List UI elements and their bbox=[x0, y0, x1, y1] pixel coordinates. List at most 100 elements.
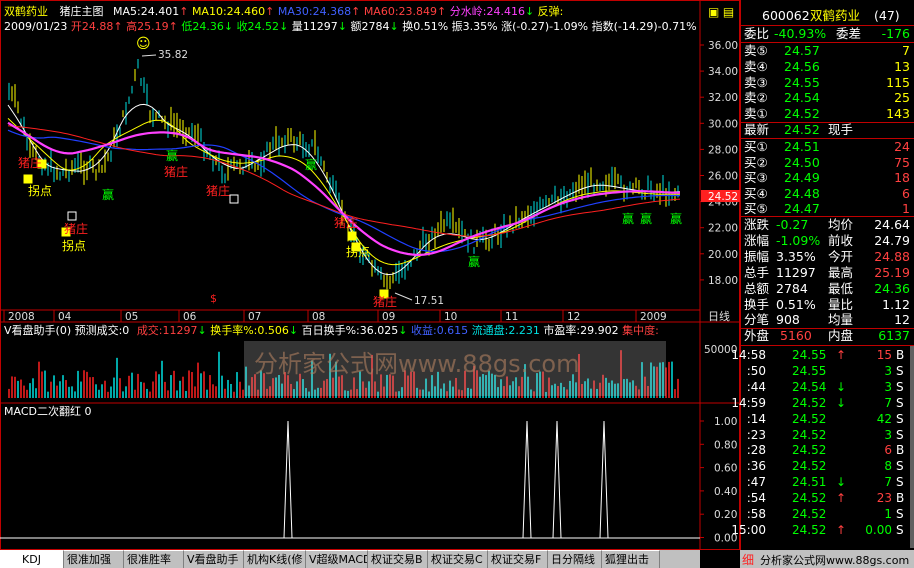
stock-number: (47) bbox=[874, 8, 900, 23]
chart-frame bbox=[0, 0, 740, 550]
tick-price: 24.52 bbox=[792, 395, 827, 410]
ask-volume: 25 bbox=[894, 90, 910, 106]
tool-icon[interactable]: ▤ bbox=[723, 5, 734, 19]
bar-amplitude: 振3.35% bbox=[451, 20, 498, 33]
stat-label: 今开 bbox=[828, 248, 854, 264]
stat-label: 前收 bbox=[828, 232, 854, 248]
waipan-value: 5160 bbox=[780, 328, 812, 343]
stock-name: 双鹤药业 bbox=[4, 5, 48, 18]
bid-price: 24.51 bbox=[784, 139, 820, 154]
tab-v-macd[interactable]: V超级MACD bbox=[306, 550, 368, 568]
tick-price: 24.51 bbox=[792, 475, 827, 490]
macd-spikes bbox=[0, 420, 700, 539]
bid-row: 买③ 24.49 18 bbox=[740, 170, 914, 186]
bid-label: 买④ bbox=[744, 185, 768, 201]
ask-row: 卖③ 24.55 115 bbox=[740, 75, 914, 91]
tick-time: :50 bbox=[746, 363, 766, 378]
macd-spike bbox=[283, 420, 293, 539]
bar-amount: 额2784 bbox=[350, 20, 390, 33]
header-icons: ▣ ▤ bbox=[708, 5, 736, 19]
tick-price: 24.52 bbox=[792, 411, 827, 426]
stat-value: -1.09% bbox=[776, 232, 821, 248]
bid-label: 买③ bbox=[744, 170, 768, 186]
tick-side: B bbox=[896, 348, 905, 362]
tab-jigou-kxian[interactable]: 机构K线(修 bbox=[244, 550, 306, 568]
tab-quanzheng-f[interactable]: 权证交易F bbox=[488, 550, 548, 568]
signal-box bbox=[229, 194, 239, 204]
bar-volume: 量11297 bbox=[291, 20, 338, 33]
tick-volume: 6 bbox=[884, 443, 892, 458]
signal-ying: 赢 bbox=[102, 188, 115, 202]
tab-rifengexian[interactable]: 日分隔线 bbox=[548, 550, 602, 568]
weibi-label: 委比 bbox=[744, 26, 770, 41]
tab-henzhun-jiaqiang[interactable]: 很准加强 bbox=[64, 550, 124, 568]
signal-ying: 赢 bbox=[166, 149, 179, 163]
tick-arrow: ↓ bbox=[836, 379, 847, 394]
tick-row: :47 24.51 ↓ 7 S bbox=[740, 474, 914, 490]
date-axis: 2008 04 05 06 07 08 09 10 11 12 2009 bbox=[3, 310, 667, 323]
calendar-icon[interactable]: ▣ bbox=[708, 5, 719, 19]
tick-row: :54 24.52 ↑ 23 B bbox=[740, 490, 914, 506]
signal-zhuzhuang: 猪庄 bbox=[164, 165, 189, 179]
ask-price: 24.54 bbox=[784, 90, 820, 106]
weibi-value: -40.93% bbox=[774, 26, 827, 41]
tab-quanzheng-c[interactable]: 权证交易C bbox=[428, 550, 488, 568]
tick-time: 14:58 bbox=[731, 348, 766, 362]
stat-value: 24.79 bbox=[874, 232, 910, 248]
panel-watermark: 分析家公式网www.88gs.com bbox=[760, 554, 910, 567]
indicator-tabbar: KDJ 很准加强 很准胜率 V看盘助手 机构K线(修 V超级MACD 权证交易B… bbox=[0, 550, 700, 568]
tab-henzhun-shenglv[interactable]: 很准胜率 bbox=[124, 550, 184, 568]
stat-label: 涨幅 bbox=[744, 232, 770, 248]
tick-price: 24.52 bbox=[792, 507, 827, 521]
vol-shouyi: 收益:0.615 bbox=[410, 324, 469, 337]
tick-time: :47 bbox=[746, 475, 766, 490]
price-tick-label: 32.00 bbox=[708, 92, 738, 104]
tick-row: 14:59 24.52 ↓ 7 S bbox=[731, 395, 914, 411]
tab-v-kanpan[interactable]: V看盘助手 bbox=[184, 550, 244, 568]
stat-row: 总手 11297 最高 25.19 bbox=[740, 265, 914, 281]
stock-title-row: 600062 双鹤药业 (47) bbox=[740, 8, 914, 24]
bid-price: 24.47 bbox=[784, 201, 820, 217]
tick-scrollbar[interactable] bbox=[910, 346, 914, 548]
vol-chengjiao: 成交:11297 bbox=[136, 324, 198, 337]
tick-row: :36 24.52 8 S bbox=[740, 458, 914, 474]
price-tick-label: 28.00 bbox=[708, 144, 738, 156]
ask-price: 24.52 bbox=[784, 106, 820, 122]
tick-price: 24.52 bbox=[792, 459, 827, 474]
stat-value: 0.51% bbox=[776, 296, 816, 312]
tick-side: S bbox=[896, 522, 904, 537]
date-tick-label: 2008 bbox=[8, 311, 35, 323]
stat-label: 量比 bbox=[828, 296, 854, 312]
tick-price: 24.54 bbox=[792, 379, 827, 394]
tick-volume: 8 bbox=[884, 459, 892, 474]
stat-label: 总手 bbox=[744, 264, 770, 280]
price-tick-label: 20.00 bbox=[708, 249, 738, 261]
ask-label: 卖③ bbox=[744, 74, 768, 90]
macd-tick-label: 0.40 bbox=[714, 486, 737, 498]
bar-high: 高25.19 bbox=[126, 20, 169, 33]
bid-price: 24.50 bbox=[784, 154, 820, 170]
tab-kdj[interactable]: KDJ bbox=[0, 550, 64, 568]
signal-guaidian: 拐点 bbox=[62, 239, 87, 253]
ask-price: 24.56 bbox=[784, 58, 820, 74]
detail-tab[interactable]: 细 bbox=[742, 551, 754, 568]
tab-hulichuji[interactable]: 狐狸出击 bbox=[602, 550, 660, 568]
date-tick-label: 2009 bbox=[640, 311, 667, 323]
tick-price: 24.52 bbox=[792, 427, 827, 442]
tick-time: :44 bbox=[746, 379, 766, 394]
tab-quanzheng-b[interactable]: 权证交易B bbox=[368, 550, 428, 568]
weibi-row: 委比 -40.93% 委差 -176 bbox=[740, 26, 914, 42]
ask-price: 24.55 bbox=[784, 74, 820, 90]
neipan-label: 内盘 bbox=[828, 328, 854, 343]
vol-jizhong: 集中度: bbox=[622, 324, 659, 337]
price-tick-label: 26.00 bbox=[708, 171, 738, 183]
stat-label: 均量 bbox=[828, 312, 854, 328]
tick-volume: 3 bbox=[884, 379, 892, 394]
ask-label: 卖⑤ bbox=[744, 43, 768, 58]
signal-zhuzhuang: 猪庄 bbox=[18, 156, 43, 170]
chart-canvas[interactable]: 36.0034.0032.0030.0028.0026.0024.0022.00… bbox=[0, 0, 740, 550]
stat-value: 1.12 bbox=[882, 296, 910, 312]
vol-huanshou: 换手率%:0.506 bbox=[210, 324, 289, 337]
waipan-row: 外盘 5160 内盘 6137 bbox=[740, 328, 914, 344]
tick-side: B bbox=[896, 443, 905, 458]
